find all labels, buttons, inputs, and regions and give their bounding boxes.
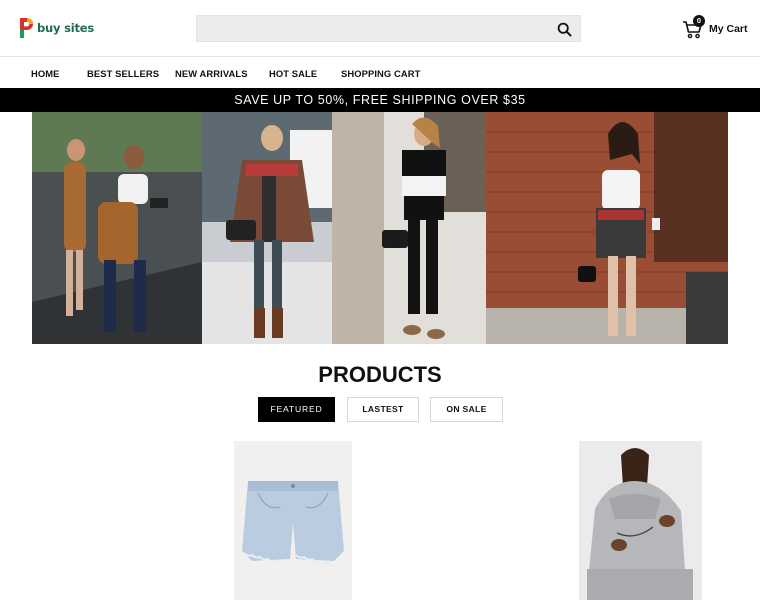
product-card-hoodie[interactable] bbox=[579, 441, 702, 600]
search-input[interactable] bbox=[197, 16, 547, 41]
product-image-hoodie bbox=[579, 441, 702, 600]
nav-item-hot-sale[interactable]: HOT SALE bbox=[269, 68, 317, 79]
logo-icon bbox=[17, 16, 35, 40]
nav-item-best-sellers[interactable]: BEST SELLERS bbox=[87, 68, 159, 79]
cart-link[interactable]: 0 My Cart bbox=[682, 15, 748, 42]
cart-label: My Cart bbox=[709, 23, 748, 35]
cart-count-badge: 0 bbox=[693, 15, 705, 27]
search-bar bbox=[196, 15, 581, 42]
product-image-denim-shorts bbox=[234, 441, 352, 600]
promo-banner: SAVE UP TO 50%, FREE SHIPPING OVER $35 bbox=[0, 88, 760, 112]
hero-image-brick-wall bbox=[486, 112, 728, 344]
hero-image-plaid-scarf bbox=[202, 112, 332, 344]
cart-icon: 0 bbox=[682, 15, 705, 40]
product-card-denim-shorts[interactable] bbox=[234, 441, 352, 600]
logo[interactable]: buy sites bbox=[17, 15, 94, 41]
search-icon[interactable] bbox=[557, 22, 572, 37]
hero-image-street-couple bbox=[32, 112, 202, 344]
site-header: buy sites 0 My Cart bbox=[0, 0, 760, 57]
logo-text: buy sites bbox=[37, 21, 95, 35]
main-nav: HOME BEST SELLERS NEW ARRIVALS HOT SALE … bbox=[0, 58, 760, 88]
tab-featured[interactable]: FEATURED bbox=[258, 397, 335, 422]
tab-lastest[interactable]: LASTEST bbox=[347, 397, 419, 422]
hero-banner[interactable] bbox=[32, 112, 728, 344]
nav-item-home[interactable]: HOME bbox=[31, 68, 60, 79]
nav-item-new-arrivals[interactable]: NEW ARRIVALS bbox=[175, 68, 248, 79]
tab-on-sale[interactable]: ON SALE bbox=[430, 397, 503, 422]
products-heading: PRODUCTS bbox=[318, 362, 442, 387]
nav-item-shopping-cart[interactable]: SHOPPING CART bbox=[341, 68, 420, 79]
hero-image-striped-top bbox=[332, 112, 486, 344]
